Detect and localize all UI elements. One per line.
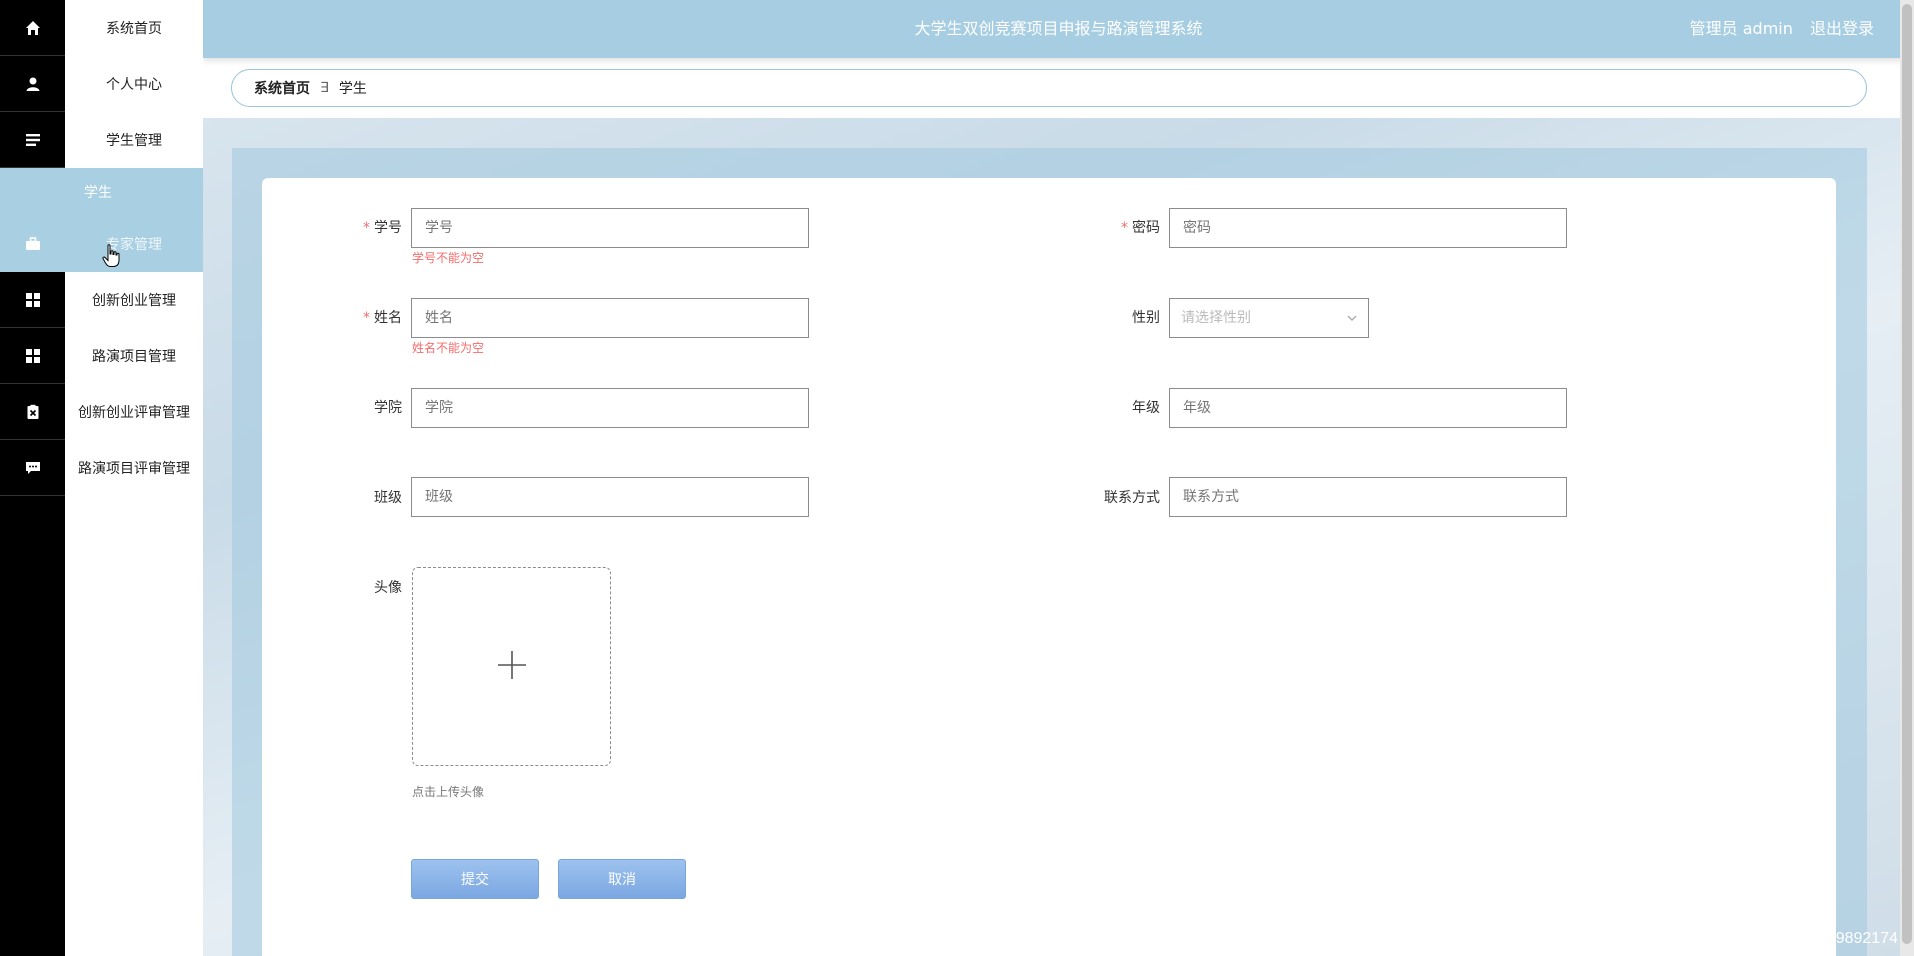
class-label: 班级 [374,490,402,506]
college-input[interactable] [411,388,809,428]
page-scrollbar[interactable] [1900,0,1914,956]
plus-icon [497,650,527,684]
contact-input[interactable] [1169,477,1567,517]
class-input[interactable] [411,477,809,517]
cancel-button[interactable]: 取消 [558,859,686,899]
sidebar: 系统首页 个人中心 学生管理 学生 专家管理 创新创业管理 路演项目管理 创新创… [0,0,203,956]
sidebar-subitem-student[interactable]: 学生 [0,168,203,216]
sidebar-item-home[interactable]: 系统首页 [0,0,203,56]
chat-icon [0,440,65,496]
gender-label: 性别 [1132,310,1160,326]
sidebar-item-label: 专家管理 [106,237,162,253]
sidebar-item-label: 个人中心 [106,77,162,93]
watermark: CSDN @QQ3359892174 [1718,930,1898,947]
password-input[interactable] [1169,208,1567,248]
avatar-upload-tip: 点击上传头像 [412,785,485,799]
sidebar-item-roadshow-mgmt[interactable]: 路演项目管理 [0,328,203,384]
sidebar-item-student-mgmt[interactable]: 学生管理 [0,112,203,168]
home-icon [0,0,65,56]
required-mark: * [363,220,370,236]
student-id-input[interactable] [411,208,809,248]
sidebar-item-innovation-mgmt[interactable]: 创新创业管理 [0,272,203,328]
grade-input[interactable] [1169,388,1567,428]
breadcrumb-current: 学生 [338,81,367,97]
sidebar-item-innovation-review[interactable]: 创新创业评审管理 [0,384,203,440]
user-area: 管理员 admin 退出登录 [1678,0,1874,58]
required-mark: * [363,310,370,326]
college-label: 学院 [374,400,402,416]
sidebar-item-profile[interactable]: 个人中心 [0,56,203,112]
sidebar-subitem-label: 学生 [84,185,112,201]
sidebar-item-label: 创新创业管理 [92,293,176,309]
avatar-label: 头像 [374,580,402,596]
scrollbar-thumb[interactable] [1902,4,1912,944]
briefcase-icon [0,216,65,272]
sidebar-item-label: 路演项目评审管理 [78,461,190,477]
password-label: * 密码 [1121,220,1160,236]
contact-label: 联系方式 [1104,490,1160,506]
list-icon [0,112,65,168]
breadcrumb-bar: 系统首页 ∃ 学生 [203,58,1914,118]
clipboard-icon [0,384,65,440]
breadcrumb: 系统首页 ∃ 学生 [231,69,1867,107]
name-input[interactable] [411,298,809,338]
sidebar-item-label: 路演项目管理 [92,349,176,365]
top-header: 大学生双创竞赛项目申报与路演管理系统 管理员 admin 退出登录 [203,0,1914,58]
avatar-upload[interactable] [412,567,611,766]
student-id-error: 学号不能为空 [412,251,485,265]
user-icon [0,56,65,112]
name-error: 姓名不能为空 [412,341,485,355]
user-name: 管理员 admin [1689,19,1793,38]
logout-link[interactable]: 退出登录 [1810,19,1874,38]
chevron-down-icon [1346,299,1358,352]
breadcrumb-separator: ∃ [320,80,329,96]
name-label: * 姓名 [363,310,402,326]
student-id-label: * 学号 [363,220,402,236]
hand-cursor-icon [102,244,120,272]
gender-select-placeholder: 请选择性别 [1181,310,1251,326]
required-mark: * [1121,220,1128,236]
grid-icon [0,272,65,328]
gender-select[interactable]: 请选择性别 [1169,298,1369,338]
sidebar-item-label: 创新创业评审管理 [78,405,190,421]
grade-label: 年级 [1132,400,1160,416]
sidebar-item-roadshow-review[interactable]: 路演项目评审管理 [0,440,203,496]
submit-button[interactable]: 提交 [411,859,539,899]
grid-icon [0,328,65,384]
sidebar-item-label: 系统首页 [106,21,162,37]
sidebar-item-label: 学生管理 [106,133,162,149]
breadcrumb-home[interactable]: 系统首页 [254,78,310,98]
app-title: 大学生双创竞赛项目申报与路演管理系统 [914,19,1203,38]
